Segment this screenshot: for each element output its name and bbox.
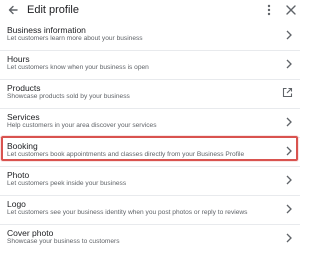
list-item-products[interactable]: Products Showcase products sold by your … bbox=[0, 78, 300, 109]
chevron-right-icon bbox=[286, 204, 292, 214]
page-title: Edit profile bbox=[27, 4, 79, 16]
list-item-label: Cover photo bbox=[7, 228, 54, 238]
open-in-new-icon bbox=[282, 87, 293, 98]
list-item-label: Services bbox=[7, 112, 40, 122]
more-vert-icon[interactable] bbox=[265, 2, 273, 18]
list-item-services[interactable]: Services Help customers in your area dis… bbox=[0, 107, 300, 138]
chevron-right-icon bbox=[286, 233, 292, 243]
list-item-business-information[interactable]: Business information Let customers learn… bbox=[0, 20, 300, 51]
list-item-description: Showcase products sold by your business bbox=[7, 93, 130, 100]
list-item-label: Photo bbox=[7, 170, 30, 180]
chevron-right-icon bbox=[286, 59, 292, 69]
list-item-label: Hours bbox=[7, 54, 30, 64]
close-icon[interactable] bbox=[284, 2, 298, 18]
list-item-description: Let customers see your business identity… bbox=[7, 209, 248, 216]
list-item-cover-photo[interactable]: Cover photo Showcase your business to cu… bbox=[0, 223, 300, 254]
list-item-logo[interactable]: Logo Let customers see your business ide… bbox=[0, 194, 300, 225]
list-item-hours[interactable]: Hours Let customers know when your busin… bbox=[0, 49, 300, 80]
list-item-label: Logo bbox=[7, 199, 26, 209]
list-item-description: Showcase your business to customers bbox=[7, 238, 120, 245]
chevron-right-icon bbox=[286, 146, 292, 156]
chevron-right-icon bbox=[286, 117, 292, 127]
list-item-description: Let customers learn more about your busi… bbox=[7, 35, 143, 42]
chevron-right-icon bbox=[286, 175, 292, 185]
list-item-description: Let customers know when your business is… bbox=[7, 64, 149, 71]
list-item-photo[interactable]: Photo Let customers peek inside your bus… bbox=[0, 165, 300, 196]
chevron-right-icon bbox=[286, 30, 292, 40]
list-item-label: Booking bbox=[7, 141, 38, 151]
list-item-description: Help customers in your area discover you… bbox=[7, 122, 157, 129]
list-item-description: Let customers book appointments and clas… bbox=[7, 151, 245, 158]
arrow-back-icon[interactable] bbox=[5, 2, 21, 18]
top-bar: Edit profile bbox=[0, 0, 300, 20]
list-item-label: Business information bbox=[7, 25, 86, 35]
list-item-description: Let customers peek inside your business bbox=[7, 180, 127, 187]
list-item-label: Products bbox=[7, 83, 41, 93]
list-item-booking[interactable]: Booking Let customers book appointments … bbox=[0, 136, 300, 167]
